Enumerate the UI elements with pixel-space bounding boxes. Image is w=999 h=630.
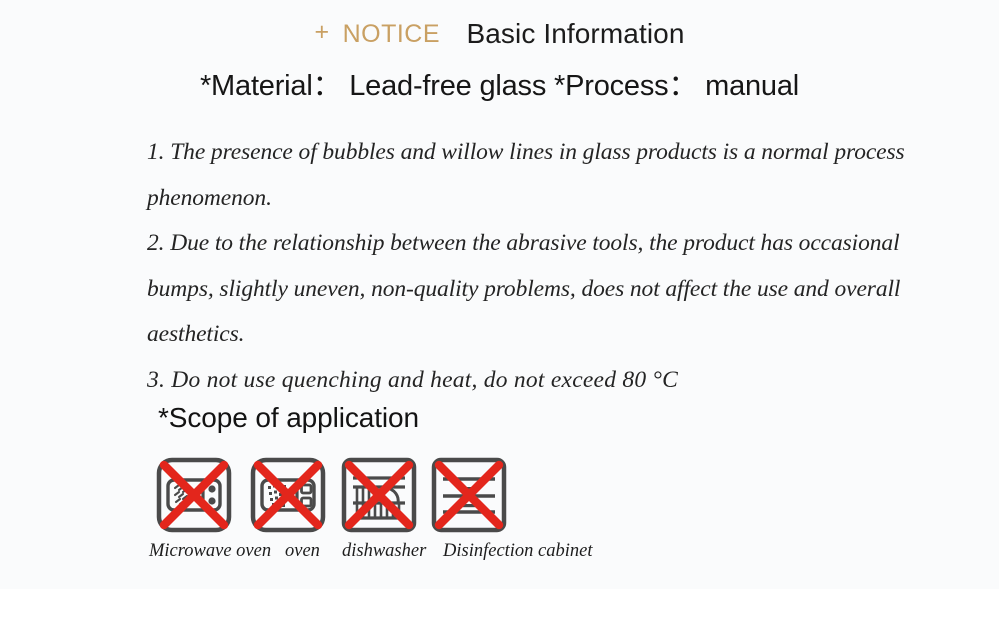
icon-label-microwave-oven: Microwave oven [149,541,272,561]
note-line: 1. The presence of bubbles and willow li… [147,139,905,165]
plus-icon: + [314,17,330,46]
note-line: aesthetics. [147,321,245,348]
note-line: bumps, slightly uneven, non-quality prob… [147,275,901,302]
disinfection-cabinet-prohibited-icon [430,456,508,534]
scope-of-application-heading: *Scope of application [158,402,419,433]
notice-panel: + NOTICE Basic Information *Material： Le… [0,0,999,630]
icon-label-oven: oven [285,541,320,561]
icon-label-dishwasher: dishwasher [342,541,427,561]
notes-block: 1. The presence of bubbles and willow li… [147,130,947,404]
notice-label: NOTICE [342,19,441,48]
note-line: phenomenon. [147,184,272,211]
material-process-subtitle: *Material： Lead-free glass *Process： man… [199,70,800,102]
note-line: 3. Do not use quenching and heat, do not… [147,366,679,393]
notice-header: + NOTICE Basic Information [0,17,999,49]
icon-label-disinfection-cabinet: Disinfection cabinet [443,541,593,561]
page-title: Basic Information [466,18,685,49]
oven-prohibited-icon [249,456,327,534]
icon-labels: Microwave oven oven dishwasher Disinfect… [0,540,999,564]
dishwasher-prohibited-icon [340,456,418,534]
note-line: 2. Due to the relationship between the a… [147,230,900,257]
microwave-oven-prohibited-icon [155,456,233,534]
